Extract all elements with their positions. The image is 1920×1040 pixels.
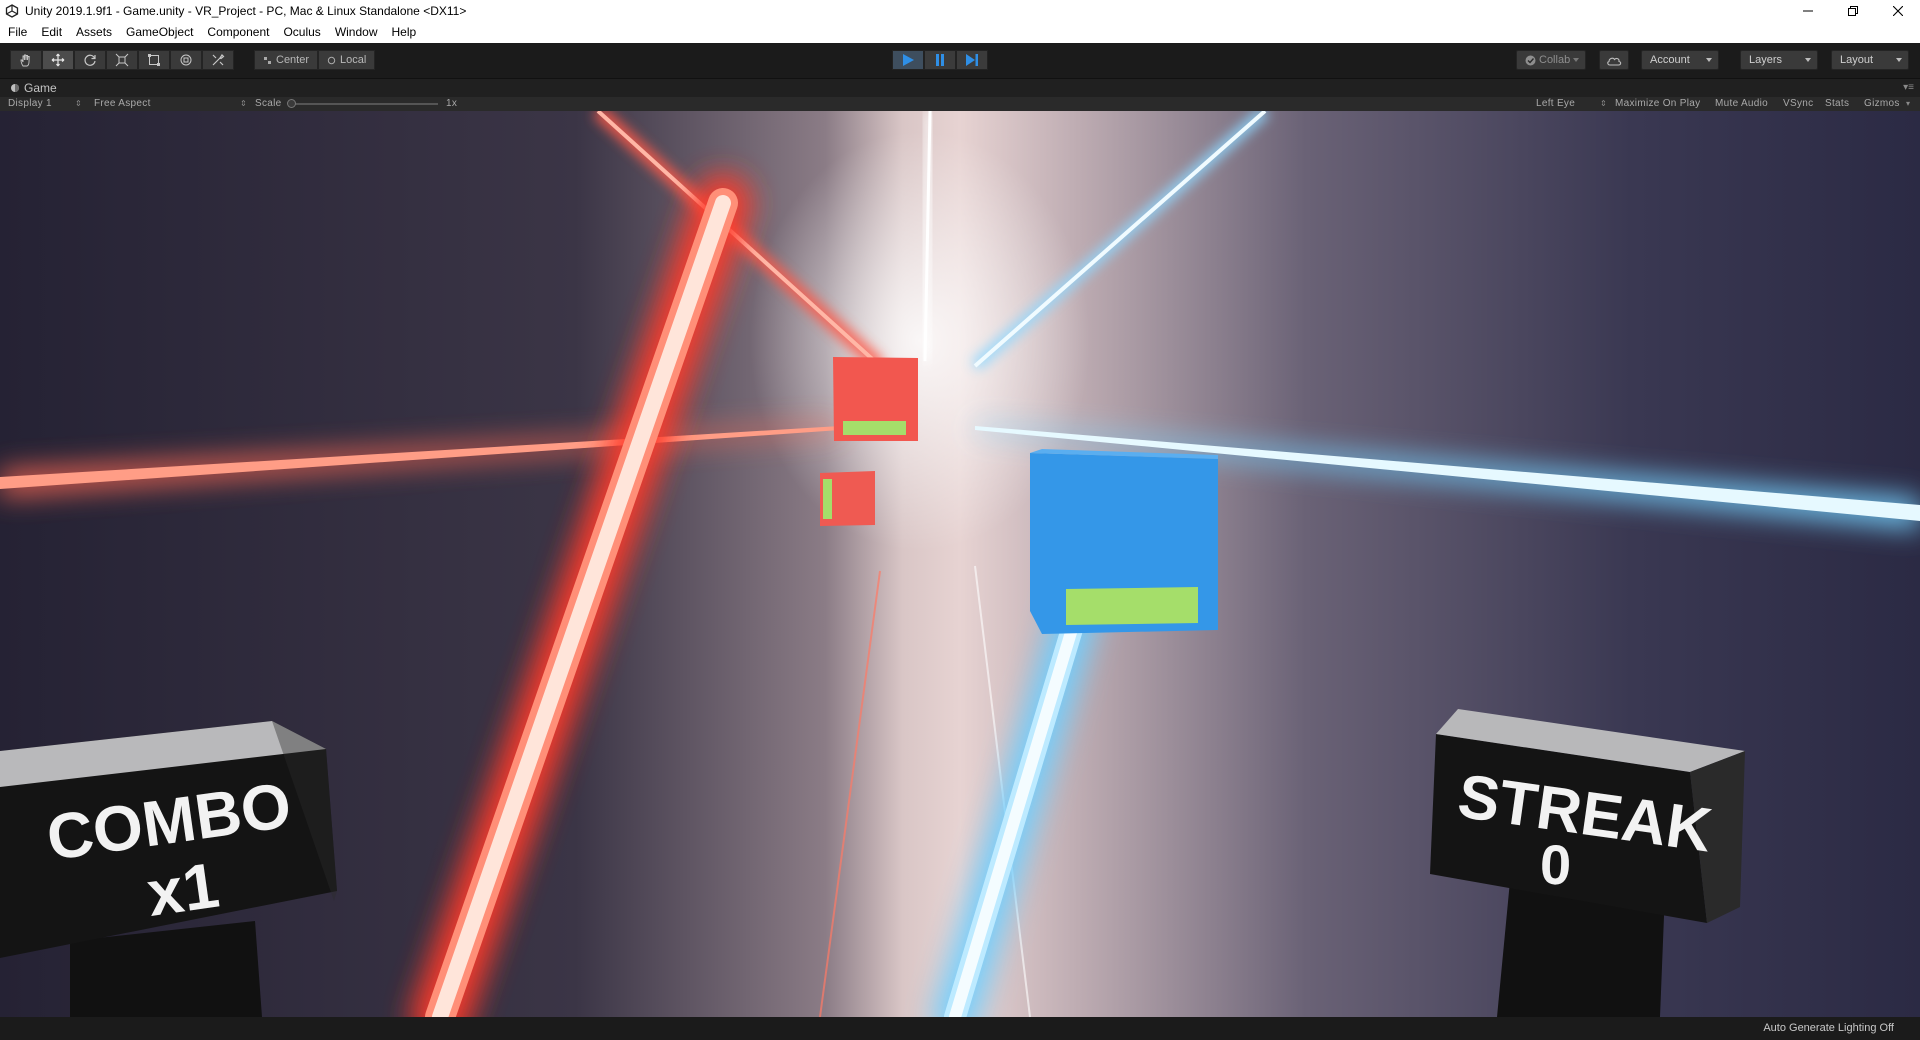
scale-tool-icon — [115, 53, 129, 67]
rect-tool-icon — [148, 54, 160, 66]
game-view-controls: Display 1 ⇕ Free Aspect ⇕ Scale 1x Left … — [0, 97, 1920, 111]
scale-tool-button[interactable] — [106, 50, 138, 70]
lighting-status: Auto Generate Lighting Off — [1763, 1022, 1894, 1034]
gizmos-toggle[interactable]: Gizmos — [1864, 97, 1900, 111]
eye-select[interactable]: Left Eye — [1536, 97, 1575, 111]
updown-arrows-icon: ⇕ — [75, 99, 82, 108]
updown-arrows-icon: ⇕ — [1600, 99, 1607, 108]
aspect-select[interactable]: Free Aspect — [94, 97, 151, 111]
blue-note-cube — [1030, 449, 1218, 634]
game-viewport[interactable]: COMBO x1 STREAK 0 — [0, 111, 1920, 1017]
chevron-down-icon — [1573, 58, 1579, 62]
collab-label: Collab — [1539, 54, 1571, 66]
restore-button[interactable] — [1830, 0, 1875, 22]
stats-toggle[interactable]: Stats — [1825, 97, 1849, 111]
collab-dropdown[interactable]: Collab — [1516, 50, 1586, 70]
check-icon — [1525, 55, 1536, 65]
transform-tools — [10, 50, 234, 70]
tab-game[interactable]: Game — [4, 79, 65, 97]
red-note-cube-small — [820, 471, 875, 526]
pivot-local-button[interactable]: Local — [318, 50, 376, 70]
scale-label: Scale — [255, 98, 282, 109]
chevron-down-icon — [1896, 58, 1902, 62]
transform-tool-icon — [180, 54, 192, 66]
title-bar: Unity 2019.1.9f1 - Game.unity - VR_Proje… — [0, 0, 1920, 22]
pivot-center-button[interactable]: Center — [254, 50, 319, 70]
layout-label: Layout — [1840, 54, 1874, 66]
close-icon — [1892, 6, 1903, 16]
step-button[interactable] — [956, 50, 988, 70]
play-button[interactable] — [892, 50, 924, 70]
red-horizontal-beam — [0, 424, 840, 496]
pivot-local-label: Local — [340, 54, 367, 66]
maximize-on-play-toggle[interactable]: Maximize On Play — [1615, 97, 1700, 111]
menu-help[interactable]: Help — [385, 22, 424, 43]
close-button[interactable] — [1875, 0, 1920, 22]
white-laser-beam — [920, 111, 935, 362]
rotate-tool-icon — [84, 54, 96, 66]
cloud-icon — [1607, 57, 1622, 66]
account-dropdown[interactable]: Account — [1641, 50, 1719, 70]
game-tab-bar: Game ▾≡ — [0, 79, 1920, 97]
scale-value: 1x — [446, 98, 458, 109]
pivot-center-label: Center — [276, 54, 310, 66]
game-scene: COMBO x1 STREAK 0 — [0, 111, 1920, 1017]
hand-tool-button[interactable] — [10, 50, 42, 70]
menu-oculus[interactable]: Oculus — [276, 22, 327, 43]
layout-dropdown[interactable]: Layout — [1831, 50, 1909, 70]
red-saber — [411, 174, 752, 1017]
step-icon — [966, 54, 978, 66]
restore-icon — [1847, 6, 1858, 16]
custom-tool-icon — [212, 54, 225, 66]
layers-label: Layers — [1749, 54, 1783, 66]
move-tool-icon — [51, 53, 65, 67]
cloud-button[interactable] — [1599, 50, 1629, 70]
game-view-icon — [11, 84, 19, 92]
hand-tool-icon — [20, 54, 30, 67]
updown-arrows-icon: ⇕ — [240, 99, 247, 108]
playback-controls — [892, 50, 988, 70]
menu-file[interactable]: File — [0, 22, 34, 43]
scale-slider-thumb[interactable] — [287, 99, 296, 108]
status-bar: Auto Generate Lighting Off — [0, 1017, 1920, 1040]
menu-window[interactable]: Window — [328, 22, 385, 43]
display-select[interactable]: Display 1 — [8, 97, 52, 111]
layers-dropdown[interactable]: Layers — [1740, 50, 1818, 70]
window-title: Unity 2019.1.9f1 - Game.unity - VR_Proje… — [25, 4, 467, 18]
red-note-cube — [833, 357, 918, 441]
rect-tool-button[interactable] — [138, 50, 170, 70]
scale-slider[interactable] — [290, 103, 438, 105]
combo-value: x1 — [143, 849, 224, 930]
toolbar: Center Local Collab Account Layers Layou… — [0, 43, 1920, 79]
unity-logo-icon — [5, 4, 19, 18]
tab-menu-icon[interactable]: ▾≡ — [1903, 82, 1914, 93]
play-icon — [903, 54, 914, 66]
menu-assets[interactable]: Assets — [69, 22, 119, 43]
streak-value: 0 — [1539, 832, 1572, 896]
minimize-button[interactable] — [1785, 0, 1830, 22]
pause-button[interactable] — [924, 50, 956, 70]
custom-tool-button[interactable] — [202, 50, 234, 70]
pause-icon — [936, 54, 944, 66]
pivot-center-icon — [264, 56, 271, 64]
chevron-down-icon: ▾ — [1906, 99, 1911, 108]
move-tool-button[interactable] — [42, 50, 74, 70]
pivot-toggles: Center Local — [254, 50, 376, 70]
vsync-toggle[interactable]: VSync — [1783, 97, 1813, 111]
chevron-down-icon — [1805, 58, 1811, 62]
account-label: Account — [1650, 54, 1690, 66]
red-thin-line — [819, 570, 881, 1017]
tab-game-label: Game — [24, 81, 57, 95]
rotate-tool-button[interactable] — [74, 50, 106, 70]
mute-audio-toggle[interactable]: Mute Audio — [1715, 97, 1768, 111]
menu-gameobject[interactable]: GameObject — [119, 22, 200, 43]
menu-bar: File Edit Assets GameObject Component Oc… — [0, 22, 1920, 43]
menu-component[interactable]: Component — [200, 22, 276, 43]
chevron-down-icon — [1706, 58, 1712, 62]
minimize-icon — [1802, 10, 1813, 12]
menu-edit[interactable]: Edit — [34, 22, 69, 43]
local-space-icon — [327, 56, 336, 64]
transform-tool-button[interactable] — [170, 50, 202, 70]
